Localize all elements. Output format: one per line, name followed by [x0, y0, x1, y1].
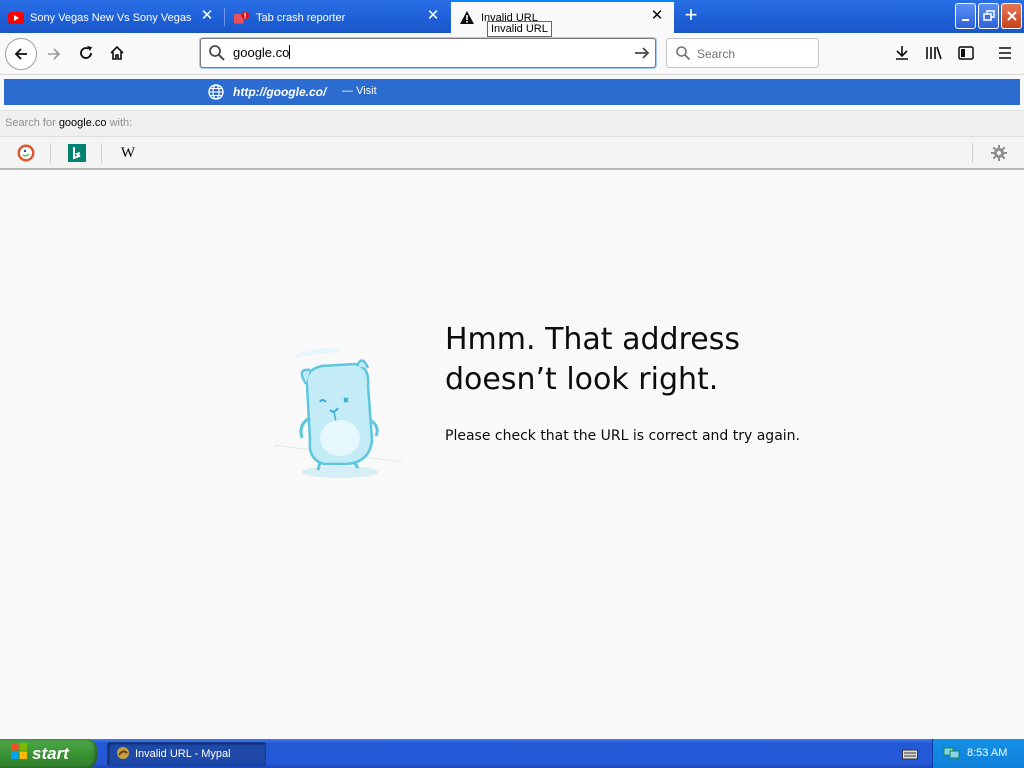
- search-with-term: google.co: [58, 117, 107, 129]
- duckduckgo-icon: [17, 144, 35, 162]
- reload-button[interactable]: [72, 39, 100, 67]
- reload-icon: [80, 46, 92, 59]
- engine-separator: [101, 143, 102, 163]
- engine-separator: [50, 143, 51, 163]
- go-button[interactable]: [633, 44, 651, 67]
- keyboard-icon[interactable]: [902, 747, 918, 765]
- home-button[interactable]: [103, 39, 131, 67]
- close-window-button[interactable]: [1001, 3, 1022, 29]
- back-button[interactable]: [5, 38, 37, 70]
- taskbar: start Invalid URL - Mypal 8:53 AM: [0, 739, 1024, 768]
- download-icon: [896, 46, 908, 60]
- error-illustration: [262, 340, 412, 490]
- url-bar[interactable]: google.co: [200, 38, 656, 68]
- youtube-icon: [8, 11, 24, 25]
- tab-invalid-url[interactable]: Invalid URL ✕: [451, 0, 674, 33]
- minimize-icon: [961, 19, 969, 21]
- error-title: Hmm. That address doesn’t look right.: [445, 322, 740, 397]
- hamburger-menu-icon: [999, 47, 1011, 59]
- tab-title: Sony Vegas New Vs Sony Vegas Ol: [30, 11, 195, 24]
- new-tab-button[interactable]: +: [680, 4, 702, 27]
- close-tab-icon[interactable]: ✕: [650, 8, 664, 23]
- windows-flag-icon: [10, 742, 28, 765]
- mypal-icon: [116, 746, 130, 763]
- sidebar-icon: [958, 46, 974, 60]
- tab-separator: [224, 8, 225, 26]
- search-with-label: Search for google.co with:: [0, 110, 1024, 136]
- autocomplete-url: http://google.co/: [233, 85, 327, 99]
- forward-button[interactable]: [40, 40, 68, 68]
- visit-label: Visit: [356, 85, 377, 97]
- duckduckgo-button[interactable]: [16, 143, 36, 163]
- search-settings-button[interactable]: [989, 143, 1009, 163]
- globe-icon: [208, 84, 224, 105]
- engine-separator: [972, 143, 973, 163]
- warning-icon: [459, 11, 475, 25]
- wikipedia-button[interactable]: W: [118, 143, 138, 163]
- taskbar-item-mypal[interactable]: Invalid URL - Mypal: [107, 742, 266, 766]
- navigation-bar: google.co Search: [0, 33, 1024, 75]
- network-icon[interactable]: [943, 745, 961, 764]
- one-off-search-engines: W: [0, 136, 1024, 170]
- library-icon: [926, 46, 942, 60]
- close-tab-icon[interactable]: ✕: [200, 8, 214, 23]
- arrow-left-icon: [14, 48, 27, 60]
- tab-tooltip: Invalid URL: [487, 21, 552, 37]
- error-message: Please check that the URL is correct and…: [445, 428, 800, 444]
- url-input[interactable]: google.co: [233, 45, 291, 60]
- search-bar[interactable]: Search: [666, 38, 819, 68]
- arrow-right-icon: [635, 47, 650, 59]
- gear-icon: [991, 145, 1007, 161]
- wikipedia-icon: W: [120, 144, 136, 161]
- crash-reporter-icon: [234, 11, 250, 25]
- url-text: google.co: [233, 45, 290, 60]
- close-icon: [1006, 11, 1017, 21]
- downloads-button[interactable]: [888, 39, 916, 67]
- arrow-right-icon: [48, 48, 61, 60]
- restore-icon: [982, 10, 995, 21]
- search-with-prefix: Search for: [5, 117, 56, 129]
- start-button[interactable]: start: [0, 739, 97, 768]
- system-tray: 8:53 AM: [932, 739, 1024, 768]
- text-caret: [289, 45, 291, 59]
- sidebar-button[interactable]: [952, 39, 980, 67]
- clock: 8:53 AM: [967, 747, 1008, 759]
- menu-button[interactable]: [991, 39, 1019, 67]
- action-separator: —: [342, 85, 353, 97]
- start-label: start: [32, 743, 69, 763]
- taskbar-item-label: Invalid URL - Mypal: [135, 748, 231, 760]
- bing-icon: [68, 144, 86, 162]
- home-icon: [110, 45, 124, 60]
- bing-button[interactable]: [67, 143, 87, 163]
- restore-button[interactable]: [978, 3, 999, 29]
- search-icon: [675, 45, 691, 66]
- search-placeholder: Search: [697, 47, 736, 61]
- tab-youtube[interactable]: Sony Vegas New Vs Sony Vegas Ol ✕: [0, 2, 224, 33]
- tab-title: Tab crash reporter: [256, 11, 346, 24]
- autocomplete-action: — Visit: [342, 85, 377, 97]
- tab-crash-reporter[interactable]: Tab crash reporter ✕: [226, 2, 450, 33]
- search-icon: [208, 44, 226, 67]
- autocomplete-result-visit[interactable]: http://google.co/ — Visit: [4, 79, 1020, 105]
- library-button[interactable]: [920, 39, 948, 67]
- minimize-button[interactable]: [955, 3, 976, 29]
- close-tab-icon[interactable]: ✕: [426, 8, 440, 23]
- search-with-suffix: with:: [109, 117, 133, 129]
